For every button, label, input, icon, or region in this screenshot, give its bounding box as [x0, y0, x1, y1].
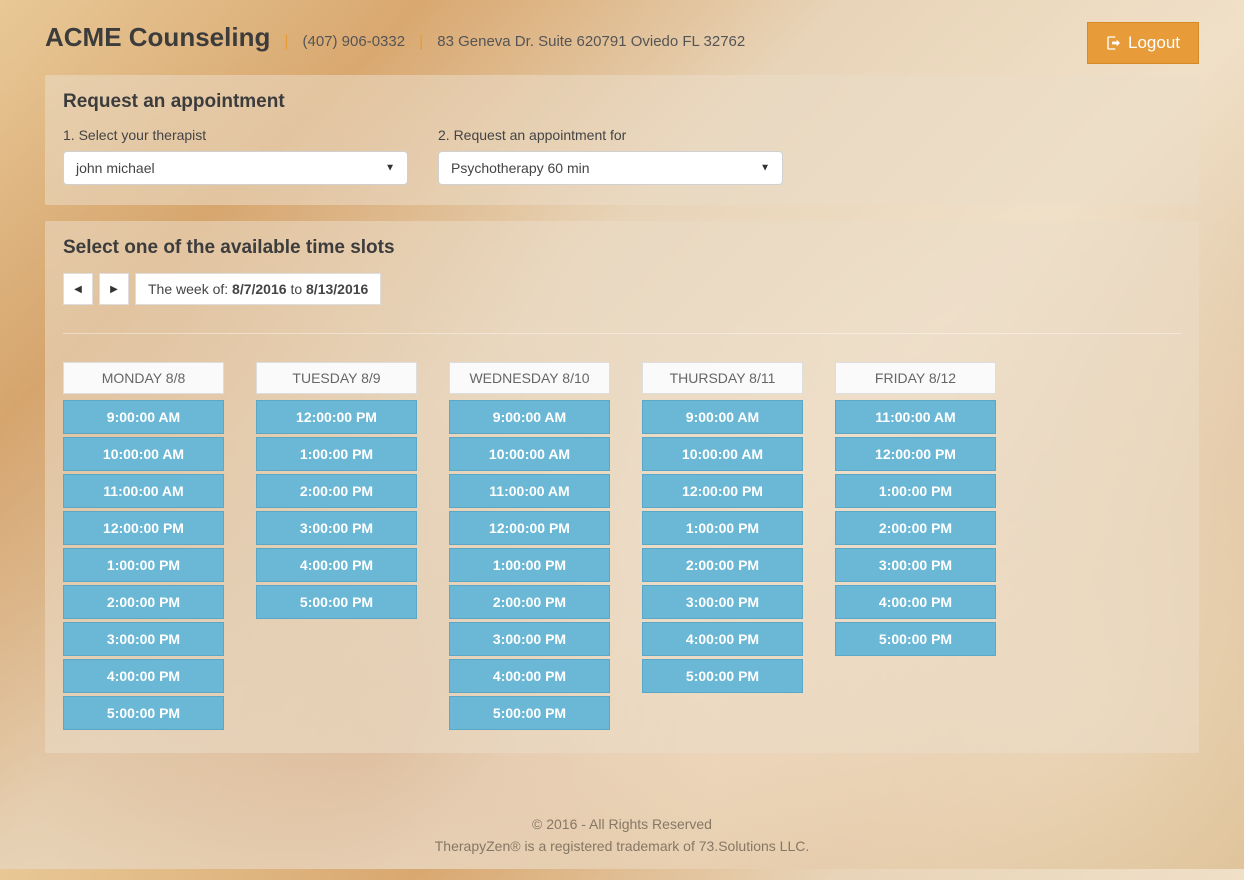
time-slot[interactable]: 12:00:00 PM: [256, 400, 417, 434]
time-slot[interactable]: 5:00:00 PM: [835, 622, 996, 656]
day-header: FRIDAY 8/12: [835, 362, 996, 394]
time-slot[interactable]: 1:00:00 PM: [835, 474, 996, 508]
therapist-select-label: 1. Select your therapist: [63, 127, 408, 143]
time-slot[interactable]: 9:00:00 AM: [63, 400, 224, 434]
day-header: MONDAY 8/8: [63, 362, 224, 394]
calendar-grid: MONDAY 8/89:00:00 AM10:00:00 AM11:00:00 …: [63, 362, 1181, 733]
day-column: FRIDAY 8/12 11:00:00 AM12:00:00 PM1:00:00…: [835, 362, 996, 733]
therapist-select-value: john michael: [64, 152, 407, 184]
time-slot[interactable]: 9:00:00 AM: [449, 400, 610, 434]
week-range-label: The week of: 8/7/2016 to 8/13/2016: [135, 273, 381, 305]
chevron-right-icon: ▶: [110, 284, 118, 295]
day-header: THURSDAY 8/11: [642, 362, 803, 394]
day-column: THURSDAY 8/11 9:00:00 AM10:00:00 AM12:00:…: [642, 362, 803, 733]
service-select-label: 2. Request an appointment for: [438, 127, 783, 143]
time-slot[interactable]: 12:00:00 PM: [449, 511, 610, 545]
panel-title: Request an appointment: [63, 91, 1181, 113]
time-slot[interactable]: 2:00:00 PM: [835, 511, 996, 545]
chevron-left-icon: ◀: [74, 284, 82, 295]
time-slot[interactable]: 3:00:00 PM: [63, 622, 224, 656]
logout-label: Logout: [1128, 33, 1180, 53]
time-slot[interactable]: 1:00:00 PM: [256, 437, 417, 471]
time-slot[interactable]: 2:00:00 PM: [449, 585, 610, 619]
time-slot[interactable]: 2:00:00 PM: [642, 548, 803, 582]
footer-trademark: TherapyZen® is a registered trademark of…: [45, 835, 1199, 857]
company-name: ACME Counseling: [45, 22, 270, 53]
time-slot[interactable]: 12:00:00 PM: [835, 437, 996, 471]
time-slot[interactable]: 11:00:00 AM: [63, 474, 224, 508]
page-header: ACME Counseling | (407) 906-0332 | 83 Ge…: [45, 22, 1199, 53]
time-slot[interactable]: 10:00:00 AM: [642, 437, 803, 471]
time-slot[interactable]: 5:00:00 PM: [642, 659, 803, 693]
company-address: 83 Geneva Dr. Suite 620791 Oviedo FL 327…: [437, 33, 745, 50]
time-slot[interactable]: 3:00:00 PM: [256, 511, 417, 545]
time-slot[interactable]: 5:00:00 PM: [256, 585, 417, 619]
time-slot[interactable]: 5:00:00 PM: [63, 696, 224, 730]
time-slot[interactable]: 1:00:00 PM: [642, 511, 803, 545]
time-slot[interactable]: 9:00:00 AM: [642, 400, 803, 434]
time-slot[interactable]: 4:00:00 PM: [449, 659, 610, 693]
therapist-select[interactable]: john michael ▼: [63, 151, 408, 185]
service-select[interactable]: Psychotherapy 60 min ▼: [438, 151, 783, 185]
time-slot[interactable]: 10:00:00 AM: [449, 437, 610, 471]
panel-title: Select one of the available time slots: [63, 237, 1181, 259]
previous-week-button[interactable]: ◀: [63, 273, 93, 305]
time-slot[interactable]: 12:00:00 PM: [63, 511, 224, 545]
time-slot[interactable]: 3:00:00 PM: [835, 548, 996, 582]
logout-icon: [1106, 35, 1122, 51]
time-slot[interactable]: 12:00:00 PM: [642, 474, 803, 508]
time-slot[interactable]: 4:00:00 PM: [642, 622, 803, 656]
day-column: WEDNESDAY 8/10 9:00:00 AM10:00:00 AM11:00…: [449, 362, 610, 733]
day-column: TUESDAY 8/9 12:00:00 PM1:00:00 PM2:00:00 …: [256, 362, 417, 733]
time-slot[interactable]: 4:00:00 PM: [256, 548, 417, 582]
time-slot[interactable]: 4:00:00 PM: [63, 659, 224, 693]
footer-copyright: © 2016 - All Rights Reserved: [45, 813, 1199, 835]
time-slot[interactable]: 1:00:00 PM: [449, 548, 610, 582]
header-separator: |: [284, 33, 288, 51]
time-slot[interactable]: 5:00:00 PM: [449, 696, 610, 730]
header-separator: |: [419, 33, 423, 51]
day-header: WEDNESDAY 8/10: [449, 362, 610, 394]
time-slot[interactable]: 3:00:00 PM: [449, 622, 610, 656]
next-week-button[interactable]: ▶: [99, 273, 129, 305]
company-phone: (407) 906-0332: [303, 33, 406, 50]
time-slot[interactable]: 1:00:00 PM: [63, 548, 224, 582]
time-slot[interactable]: 11:00:00 AM: [449, 474, 610, 508]
day-column: MONDAY 8/8 9:00:00 AM10:00:00 AM11:00:00 …: [63, 362, 224, 733]
logout-button[interactable]: Logout: [1087, 22, 1199, 64]
time-slot[interactable]: 11:00:00 AM: [835, 400, 996, 434]
service-select-value: Psychotherapy 60 min: [439, 152, 782, 184]
time-slot[interactable]: 4:00:00 PM: [835, 585, 996, 619]
request-appointment-panel: Request an appointment 1. Select your th…: [45, 75, 1199, 205]
time-slot[interactable]: 2:00:00 PM: [63, 585, 224, 619]
time-slots-panel: Select one of the available time slots ◀…: [45, 221, 1199, 753]
page-footer: © 2016 - All Rights Reserved TherapyZen®…: [45, 813, 1199, 858]
day-header: TUESDAY 8/9: [256, 362, 417, 394]
time-slot[interactable]: 3:00:00 PM: [642, 585, 803, 619]
time-slot[interactable]: 10:00:00 AM: [63, 437, 224, 471]
divider: [63, 333, 1181, 334]
time-slot[interactable]: 2:00:00 PM: [256, 474, 417, 508]
